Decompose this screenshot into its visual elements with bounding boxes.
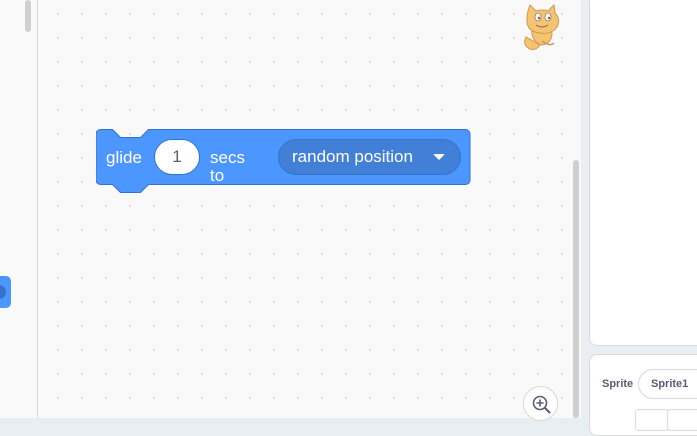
- block-label-glide: glide: [106, 148, 142, 167]
- sprite-y-field[interactable]: [667, 409, 697, 431]
- sprite-x-field[interactable]: [635, 409, 669, 431]
- code-area-scrollbar[interactable]: [573, 160, 579, 418]
- target-dropdown-value: random position: [292, 147, 413, 166]
- category-tab-motion[interactable]: [0, 276, 11, 308]
- stage-panel[interactable]: [589, 0, 697, 346]
- target-dropdown[interactable]: random position: [278, 139, 461, 175]
- sprite-name-input[interactable]: Sprite1: [638, 369, 697, 399]
- sprite-label: Sprite: [602, 378, 634, 390]
- block-palette-edge: [0, 0, 38, 418]
- secs-input[interactable]: 1: [154, 139, 200, 175]
- dropdown-arrow-icon: [433, 154, 445, 160]
- zoom-in-icon: [532, 395, 551, 414]
- block-label-secs-to: secs to: [210, 148, 245, 185]
- code-area[interactable]: [38, 0, 581, 418]
- palette-scrollbar[interactable]: [25, 0, 31, 32]
- scratch-cat-icon: [524, 3, 560, 50]
- zoom-in-button[interactable]: [523, 386, 558, 421]
